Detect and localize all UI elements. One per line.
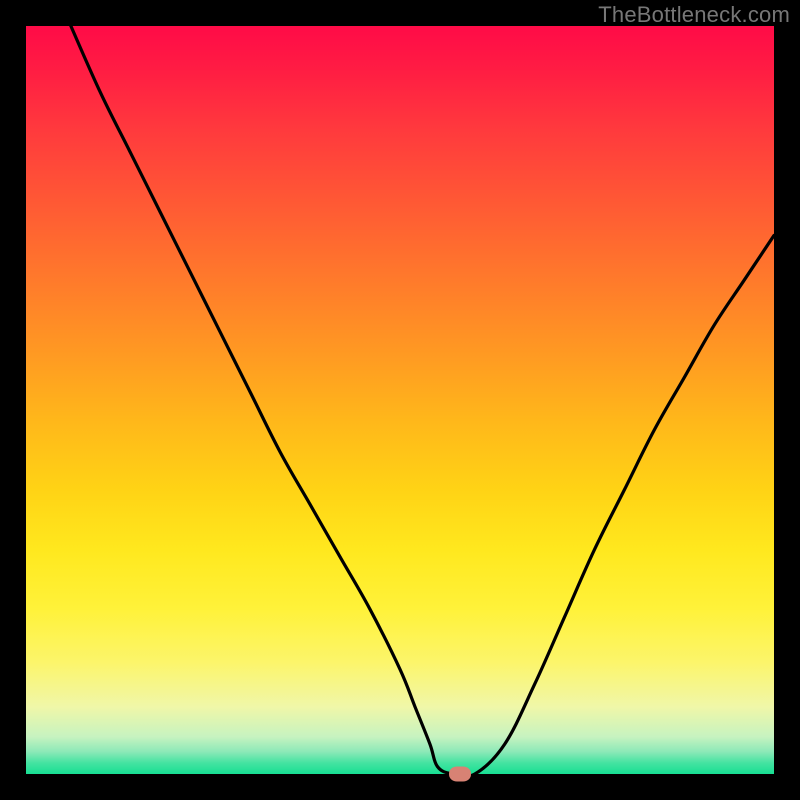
watermark-text: TheBottleneck.com	[598, 2, 790, 28]
chart-frame: TheBottleneck.com	[0, 0, 800, 800]
optimal-marker	[449, 767, 471, 782]
bottleneck-curve	[26, 26, 774, 774]
